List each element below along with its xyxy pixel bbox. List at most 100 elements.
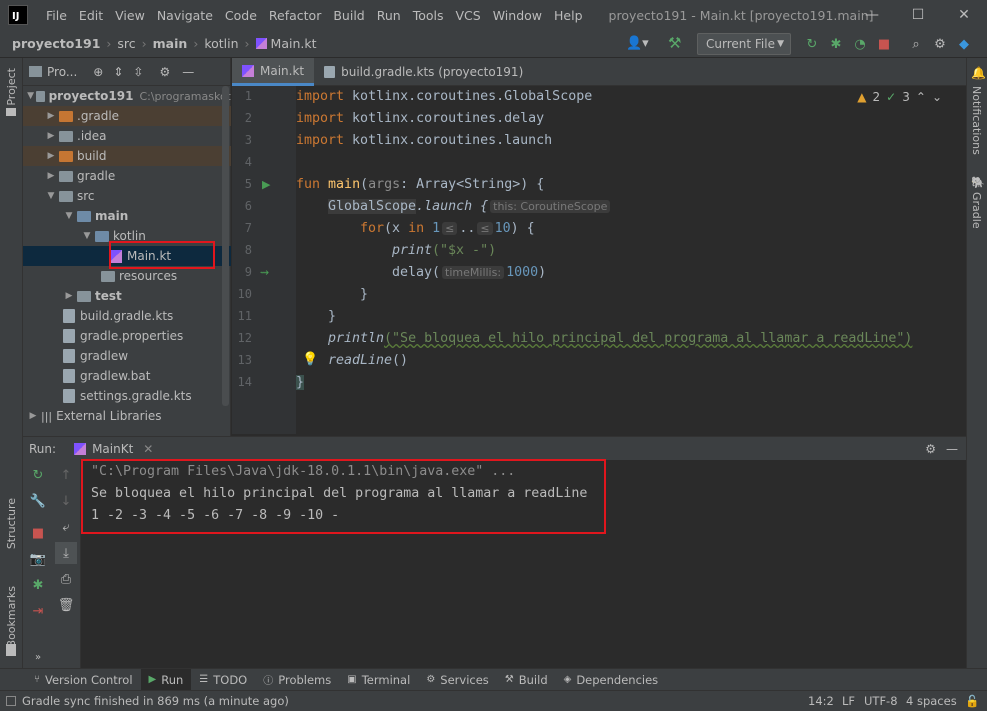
layout-icon[interactable] xyxy=(6,696,16,706)
search-icon[interactable]: ⌕ xyxy=(904,34,928,54)
debug-icon[interactable]: ✱ xyxy=(824,34,848,54)
arrow-down-icon[interactable]: ↓ xyxy=(55,490,77,512)
terminal-button[interactable]: ▣ Terminal xyxy=(339,669,418,691)
indent-setting[interactable]: 4 spaces xyxy=(906,694,957,708)
menu-edit[interactable]: Edit xyxy=(79,8,103,23)
bookmarks-tool-button[interactable]: Bookmarks xyxy=(5,586,18,647)
run-gutter-icon[interactable]: ▶ xyxy=(262,178,270,191)
run-configuration-select[interactable]: Current File ▼ xyxy=(697,33,791,55)
tree-item-resources[interactable]: resources xyxy=(23,266,231,286)
tree-item-gradlew-bat[interactable]: gradlew.bat xyxy=(23,366,231,386)
tree-item-external-libraries[interactable]: ▶ ||| External Libraries xyxy=(23,406,231,426)
build-hammer-icon[interactable]: ⚒ xyxy=(668,34,681,52)
gear-icon[interactable]: ⚙ xyxy=(925,442,936,456)
tree-item-gradle-cache[interactable]: ▶ .gradle xyxy=(23,106,231,126)
tree-root[interactable]: ▼ proyecto191 C:\programaskot xyxy=(23,86,231,106)
menu-window[interactable]: Window xyxy=(493,8,542,23)
tree-item-main[interactable]: ▼ main xyxy=(23,206,231,226)
menu-vcs[interactable]: VCS xyxy=(456,8,481,23)
line-number: 1 xyxy=(244,89,252,103)
tree-item-src[interactable]: ▼ src xyxy=(23,186,231,206)
project-tool-button[interactable]: Project xyxy=(5,68,18,106)
problems-button[interactable]: ⓘ Problems xyxy=(255,669,339,691)
gear-icon[interactable]: ⚙ xyxy=(928,34,952,54)
target-icon[interactable]: ⊕ xyxy=(93,65,103,79)
status-message[interactable]: Gradle sync finished in 869 ms (a minute… xyxy=(22,694,289,708)
stop-icon[interactable]: ■ xyxy=(872,34,896,54)
tree-item-settings-gradle[interactable]: settings.gradle.kts xyxy=(23,386,231,406)
chevron-up-icon[interactable]: ⌃ xyxy=(916,90,926,104)
build-button[interactable]: ⚒ Build xyxy=(497,669,556,691)
gear-icon[interactable]: ⚙ xyxy=(159,65,170,79)
run-tab-label[interactable]: MainKt xyxy=(92,442,133,456)
menu-view[interactable]: View xyxy=(115,8,145,23)
breadcrumb-kotlin[interactable]: kotlin xyxy=(204,36,238,51)
close-icon[interactable]: ✕ xyxy=(143,442,153,456)
menu-tools[interactable]: Tools xyxy=(413,8,444,23)
stop-icon[interactable]: ■ xyxy=(27,522,49,544)
menu-navigate[interactable]: Navigate xyxy=(157,8,213,23)
hide-icon[interactable]: — xyxy=(182,65,194,79)
tree-item-test[interactable]: ▶ test xyxy=(23,286,231,306)
debug-icon[interactable]: ✱ xyxy=(27,574,49,596)
tree-item-build-gradle[interactable]: build.gradle.kts xyxy=(23,306,231,326)
minimize-icon[interactable]: — xyxy=(849,0,895,30)
tab-build-gradle[interactable]: build.gradle.kts (proyecto191) xyxy=(314,58,533,86)
caret-position[interactable]: 14:2 xyxy=(808,694,834,708)
maximize-icon[interactable]: ☐ xyxy=(895,0,941,30)
wrench-icon[interactable]: 🔧 xyxy=(27,490,49,512)
tree-item-gradle[interactable]: ▶ gradle xyxy=(23,166,231,186)
version-control-button[interactable]: ⑂ Version Control xyxy=(26,669,141,691)
print-icon[interactable]: ⎙ xyxy=(55,568,77,590)
dependencies-button[interactable]: ◈ Dependencies xyxy=(556,669,667,691)
todo-button[interactable]: ☰ TODO xyxy=(191,669,255,691)
inspection-widget[interactable]: ▲ 2 ✓ 3 ⌃ ⌄ xyxy=(857,90,942,104)
camera-icon[interactable]: 📷 xyxy=(27,548,49,570)
project-view-title[interactable]: Pro... xyxy=(47,65,77,79)
rerun-icon[interactable]: ↻ xyxy=(27,464,49,486)
lightbulb-icon[interactable]: 💡 xyxy=(302,352,318,367)
line-separator[interactable]: LF xyxy=(842,694,855,708)
more-icon[interactable]: » xyxy=(27,646,49,668)
scroll-to-end-icon[interactable]: ⤓ xyxy=(55,542,77,564)
project-scrollbar[interactable] xyxy=(222,86,229,406)
gradle-tool-button[interactable]: Gradle xyxy=(970,192,983,229)
line-number: 7 xyxy=(244,221,252,235)
jetbrains-toolbox-icon[interactable]: ◆ xyxy=(952,34,976,54)
chevron-down-icon[interactable]: ⌄ xyxy=(932,90,942,104)
tree-item-idea[interactable]: ▶ .idea xyxy=(23,126,231,146)
tree-item-gradlew[interactable]: gradlew xyxy=(23,346,231,366)
run-button[interactable]: ▶ Run xyxy=(140,668,192,691)
code-editor[interactable]: import kotlinx.coroutines.GlobalScope im… xyxy=(296,86,966,434)
close-icon[interactable]: ✕ xyxy=(941,0,987,30)
tree-item-gradle-properties[interactable]: gradle.properties xyxy=(23,326,231,346)
menu-build[interactable]: Build xyxy=(333,8,364,23)
tree-item-build[interactable]: ▶ build xyxy=(23,146,231,166)
hide-icon[interactable]: — xyxy=(946,442,958,456)
coverage-icon[interactable]: ◔ xyxy=(848,34,872,54)
menu-code[interactable]: Code xyxy=(225,8,257,23)
arrow-up-icon[interactable]: ↑ xyxy=(55,464,77,486)
expand-all-icon[interactable]: ⇕ xyxy=(113,65,123,79)
menu-help[interactable]: Help xyxy=(554,8,583,23)
soft-wrap-icon[interactable]: ⤶ xyxy=(55,516,77,538)
services-button[interactable]: ⚙ Services xyxy=(418,669,496,691)
structure-tool-button[interactable]: Structure xyxy=(5,498,18,549)
breadcrumb-project[interactable]: proyecto191 xyxy=(12,36,100,51)
menu-run[interactable]: Run xyxy=(377,8,401,23)
collapse-all-icon[interactable]: ⇳ xyxy=(133,65,143,79)
trash-icon[interactable]: 🗑 xyxy=(55,594,77,616)
exit-icon[interactable]: ⇥ xyxy=(27,600,49,622)
breadcrumb-src[interactable]: src xyxy=(117,36,135,51)
file-encoding[interactable]: UTF-8 xyxy=(864,694,898,708)
lock-icon[interactable]: 🔓 xyxy=(965,694,979,708)
notifications-tool-button[interactable]: Notifications xyxy=(970,86,983,155)
tab-main-kt[interactable]: Main.kt xyxy=(232,58,315,86)
breadcrumb-main[interactable]: main xyxy=(153,36,188,51)
menu-refactor[interactable]: Refactor xyxy=(269,8,321,23)
code-line-6: GlobalScope.launch {this: CoroutineScope xyxy=(328,196,612,218)
breadcrumb-file[interactable]: Main.kt xyxy=(271,36,317,51)
user-icon[interactable]: 👤▾ xyxy=(626,36,649,51)
rerun-icon[interactable]: ↻ xyxy=(800,34,824,54)
menu-file[interactable]: File xyxy=(46,8,67,23)
